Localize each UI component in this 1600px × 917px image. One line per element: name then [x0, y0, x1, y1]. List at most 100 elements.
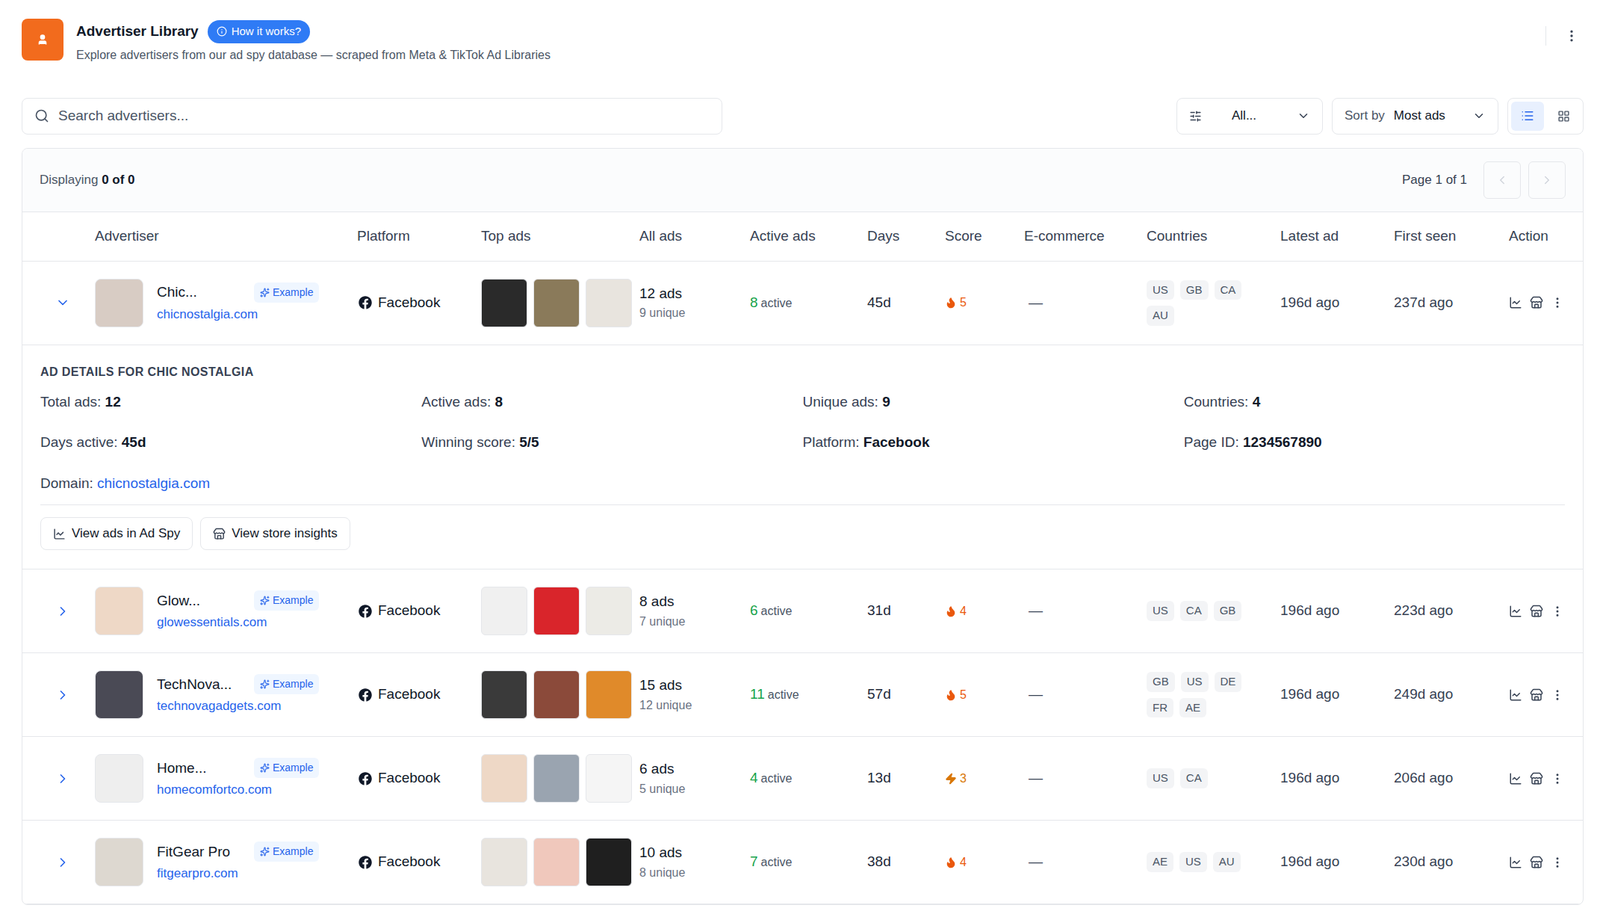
detail-field: Days active: 45d — [40, 431, 422, 454]
expand-cell — [22, 600, 95, 622]
active-ads-cell: 6active — [749, 599, 868, 622]
chart-icon[interactable] — [1508, 295, 1523, 310]
chart-icon[interactable] — [1508, 855, 1523, 869]
expand-toggle[interactable] — [52, 767, 74, 789]
table-header: AdvertiserPlatformTop adsAll adsActive a… — [22, 212, 1583, 262]
expand-cell — [22, 292, 95, 313]
prev-page-button[interactable] — [1483, 161, 1521, 199]
store-icon[interactable] — [1529, 687, 1544, 702]
ad-thumbnail[interactable] — [481, 586, 528, 635]
filter-select[interactable]: All... — [1176, 97, 1323, 135]
advertiser-name: Home... — [156, 757, 246, 780]
column-header: Active ads — [749, 225, 868, 248]
chevron-down-icon — [55, 295, 71, 310]
page-title: Advertiser Library — [76, 20, 199, 43]
help-button[interactable]: How it works? — [207, 20, 310, 44]
country-chip: CA — [1180, 767, 1208, 789]
score-cell: 5 — [944, 293, 1025, 312]
more-icon[interactable] — [1564, 28, 1580, 44]
advertiser-cell: Chic...Examplechicnostalgia.com — [94, 278, 358, 328]
filter-icon — [1189, 109, 1202, 123]
ad-thumbnail[interactable] — [533, 670, 580, 719]
first-seen-cell: 230d ago — [1393, 850, 1509, 873]
detail-link[interactable]: chicnostalgia.com — [97, 475, 210, 491]
country-chip: GB — [1146, 671, 1175, 692]
chart-icon[interactable] — [1508, 687, 1523, 702]
chart-icon[interactable] — [1508, 771, 1523, 786]
expand-toggle[interactable] — [52, 292, 74, 313]
table-row[interactable]: Home...Examplehomecomfortco.comFacebook6… — [22, 736, 1583, 821]
ad-thumbnail[interactable] — [533, 586, 580, 635]
chevron-right-icon — [55, 687, 71, 703]
store-icon[interactable] — [1529, 855, 1544, 869]
expand-toggle[interactable] — [52, 600, 74, 622]
ad-thumbnail[interactable] — [481, 753, 528, 803]
table-row[interactable]: FitGear ProExamplefitgearpro.comFacebook… — [22, 820, 1583, 904]
action-cell — [1508, 604, 1583, 618]
advertiser-row-group: TechNova...Exampletechnovagadgets.comFac… — [22, 652, 1583, 737]
top-ads-cell — [481, 837, 640, 886]
ad-thumbnail[interactable] — [585, 753, 632, 803]
expand-toggle[interactable] — [52, 684, 74, 706]
detail-button[interactable]: View store insights — [200, 516, 350, 550]
table-row[interactable]: TechNova...Exampletechnovagadgets.comFac… — [22, 652, 1583, 737]
ad-thumbnail[interactable] — [585, 837, 632, 886]
ad-thumbnail[interactable] — [481, 278, 528, 328]
ad-thumbnail[interactable] — [481, 837, 528, 886]
latest-ad-cell: 196d ago — [1280, 599, 1394, 622]
chevron-down-icon — [1472, 109, 1486, 123]
advertiser-domain[interactable]: fitgearpro.com — [156, 863, 319, 883]
active-ads-cell: 4active — [749, 767, 868, 789]
chart-icon[interactable] — [1508, 604, 1523, 618]
sparkle-icon — [259, 762, 270, 773]
more-icon[interactable] — [1550, 855, 1565, 869]
more-icon[interactable] — [1550, 771, 1565, 786]
country-chip: US — [1179, 851, 1208, 872]
country-chip: CA — [1214, 280, 1243, 301]
advertiser-cell: FitGear ProExamplefitgearpro.com — [94, 837, 358, 886]
sparkle-icon — [259, 846, 270, 857]
latest-ad-cell: 196d ago — [1280, 850, 1394, 873]
store-icon[interactable] — [1529, 771, 1544, 786]
ecommerce-cell: — — [1024, 683, 1147, 706]
store-icon[interactable] — [1529, 604, 1544, 618]
advertiser-name: Chic... — [156, 281, 246, 304]
action-cell — [1508, 295, 1583, 310]
table-row[interactable]: Glow...Exampleglowessentials.comFacebook… — [22, 569, 1583, 653]
grid-icon — [1557, 109, 1571, 123]
store-icon[interactable] — [1529, 295, 1544, 310]
more-icon[interactable] — [1550, 687, 1565, 702]
next-page-button[interactable] — [1528, 161, 1566, 199]
advertiser-name: FitGear Pro — [156, 841, 246, 863]
more-icon[interactable] — [1550, 295, 1565, 310]
view-mode-button[interactable] — [1546, 101, 1580, 131]
ad-thumbnail[interactable] — [585, 670, 632, 719]
ad-thumbnail[interactable] — [481, 670, 528, 719]
all-ads-cell: 8 ads7 unique — [639, 590, 750, 631]
table-row[interactable]: Chic...Examplechicnostalgia.comFacebook1… — [22, 261, 1583, 346]
more-icon[interactable] — [1550, 604, 1565, 618]
column-header: First seen — [1393, 225, 1509, 248]
detail-button[interactable]: View ads in Ad Spy — [40, 516, 193, 550]
advertiser-row-group: FitGear ProExamplefitgearpro.comFacebook… — [22, 820, 1583, 904]
chevron-down-icon — [1296, 109, 1311, 123]
ad-thumbnail[interactable] — [533, 837, 580, 886]
sort-select[interactable]: Sort byMost ads — [1331, 97, 1499, 135]
search-field[interactable] — [21, 97, 723, 135]
top-ads-cell — [481, 670, 640, 719]
ad-thumbnail[interactable] — [585, 586, 632, 635]
view-mode-button[interactable] — [1511, 101, 1544, 131]
facebook-icon — [358, 855, 372, 869]
search-input[interactable] — [58, 105, 710, 127]
ad-thumbnail[interactable] — [585, 278, 632, 328]
ad-thumbnail[interactable] — [533, 278, 580, 328]
expand-toggle[interactable] — [52, 851, 74, 873]
flame-icon — [944, 605, 957, 617]
advertiser-domain[interactable]: homecomfortco.com — [156, 779, 319, 800]
ad-thumbnail[interactable] — [533, 753, 580, 803]
advertiser-domain[interactable]: glowessentials.com — [156, 612, 319, 632]
ecommerce-cell: — — [1024, 850, 1147, 873]
page-subtitle: Explore advertisers from our ad spy data… — [76, 46, 551, 65]
advertiser-domain[interactable]: chicnostalgia.com — [156, 304, 319, 325]
advertiser-domain[interactable]: technovagadgets.com — [156, 696, 319, 716]
